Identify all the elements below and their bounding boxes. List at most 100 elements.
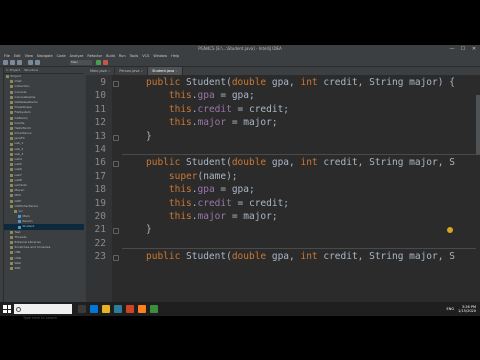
editor-tab-label: Student.java: [152, 69, 175, 73]
back-icon[interactable]: [28, 60, 33, 65]
folder-icon: [10, 251, 13, 255]
folder-icon: [10, 246, 13, 250]
code-token: credit, String major, S: [317, 251, 455, 263]
fold-icon[interactable]: [113, 134, 119, 141]
close-icon[interactable]: ×: [108, 67, 111, 75]
code-token: Student(: [186, 77, 232, 88]
run-config-select[interactable]: Main: [70, 60, 92, 65]
tree-item[interactable]: XML: [4, 266, 84, 271]
code-token: = major;: [226, 211, 278, 222]
method-separator: [122, 247, 480, 249]
tab-project[interactable]: 1: Project: [6, 67, 20, 73]
project-panel-header: 1: Project Structure: [4, 67, 84, 74]
clock[interactable]: 3:26 PM 1/15/2020: [458, 305, 476, 314]
close-icon[interactable]: ×: [175, 67, 178, 75]
code-line: }: [146, 224, 152, 235]
project-panel: 1: Project Structure Project Chat Collecti…: [4, 67, 84, 307]
intellij-icon[interactable]: [138, 305, 146, 313]
code-token: credit, String major, S: [317, 157, 455, 169]
edge-icon[interactable]: [90, 305, 98, 313]
code-token: gpa,: [266, 77, 301, 88]
close-button[interactable]: ✕: [470, 45, 478, 53]
code-token: this: [146, 211, 192, 222]
code-line: this.gpa = gpa;: [146, 90, 255, 101]
task-view-icon[interactable]: [78, 305, 86, 313]
maximize-button[interactable]: ☐: [459, 45, 467, 53]
code-token: public: [146, 77, 187, 88]
fold-icon[interactable]: [113, 228, 119, 235]
store-icon[interactable]: [114, 305, 122, 313]
line-number: 10: [94, 90, 106, 102]
folder-icon: [10, 267, 13, 271]
code-line: this.credit = credit;: [146, 198, 289, 209]
editor-scrollbar[interactable]: [476, 75, 480, 307]
editor-tab[interactable]: Main.java ×: [86, 67, 116, 75]
code-line: }: [146, 131, 152, 142]
folder-icon: [10, 111, 13, 115]
code-line: public Student(double gpa, int credit, S…: [146, 157, 455, 168]
code-line: this.major = major;: [146, 211, 278, 222]
code-token: this: [146, 184, 192, 196]
folder-icon: [10, 163, 13, 167]
code-token: int: [300, 77, 318, 88]
line-number: 22: [94, 237, 106, 249]
code-token: int: [300, 157, 318, 169]
folder-icon: [10, 142, 13, 146]
folder-icon: [10, 80, 13, 84]
taskbar-search[interactable]: Type here to search: [14, 304, 72, 320]
editor-tab[interactable]: Person.java ×: [115, 67, 149, 75]
line-number: 11: [94, 103, 106, 115]
open-icon[interactable]: [3, 60, 8, 65]
code-line: public Student(double gpa, int credit, S…: [146, 77, 455, 88]
scrollbar-thumb[interactable]: [476, 95, 480, 155]
folder-icon: [10, 158, 13, 162]
search-icon: [16, 306, 21, 312]
fold-icon[interactable]: [113, 161, 119, 168]
app-icon[interactable]: [150, 305, 158, 313]
line-number: 9: [100, 77, 106, 88]
folder-icon: [10, 189, 13, 193]
code-token: Student(: [186, 157, 232, 169]
run-icon[interactable]: [96, 60, 101, 65]
stop-icon[interactable]: [103, 60, 108, 65]
editor-tab[interactable]: Student.java ×: [148, 67, 183, 75]
code-token: = gpa;: [214, 90, 255, 102]
code-token: gpa,: [266, 157, 301, 169]
code-token: public: [146, 157, 187, 169]
code-token: = gpa;: [214, 184, 255, 196]
minimize-button[interactable]: —: [448, 45, 456, 53]
class-icon: [18, 225, 21, 229]
code-token: double: [231, 251, 267, 263]
code-token: credit: [197, 103, 232, 115]
editor-area: Main.java × Person.java × Student.java × 9 10 1…: [86, 67, 480, 307]
forward-icon[interactable]: [35, 60, 40, 65]
language-indicator[interactable]: ENG: [447, 307, 455, 311]
office-icon[interactable]: [126, 305, 134, 313]
file-explorer-icon[interactable]: [102, 305, 110, 313]
folder-icon: [10, 204, 13, 208]
close-icon[interactable]: ×: [141, 67, 144, 75]
line-number: 13: [94, 130, 106, 142]
code-token: }: [146, 130, 152, 142]
title-bar: PGN4CS [E:\...\Student.java] - IntelliJ …: [0, 45, 480, 53]
folder-icon: [10, 230, 13, 234]
code-token: Student(: [186, 251, 232, 263]
folder-icon: [6, 75, 9, 79]
folder-icon: [10, 85, 13, 89]
start-button[interactable]: [3, 305, 11, 313]
line-number: 12: [94, 117, 106, 129]
line-number: 14: [94, 144, 106, 155]
line-number: 17: [94, 170, 106, 182]
code-view[interactable]: public Student(double gpa, int credit, S…: [122, 75, 480, 307]
fold-icon[interactable]: [113, 81, 119, 87]
save-icon[interactable]: [10, 60, 15, 65]
tab-structure[interactable]: Structure: [24, 67, 38, 73]
sync-icon[interactable]: [17, 60, 22, 65]
fold-icon[interactable]: [113, 255, 119, 262]
code-line: this.gpa = gpa;: [146, 184, 255, 195]
folder-icon: [10, 126, 13, 130]
code-token: this: [146, 197, 192, 209]
folder-icon: [10, 116, 13, 120]
code-token: this: [146, 103, 192, 115]
editor-tab-label: Main.java: [90, 69, 107, 73]
